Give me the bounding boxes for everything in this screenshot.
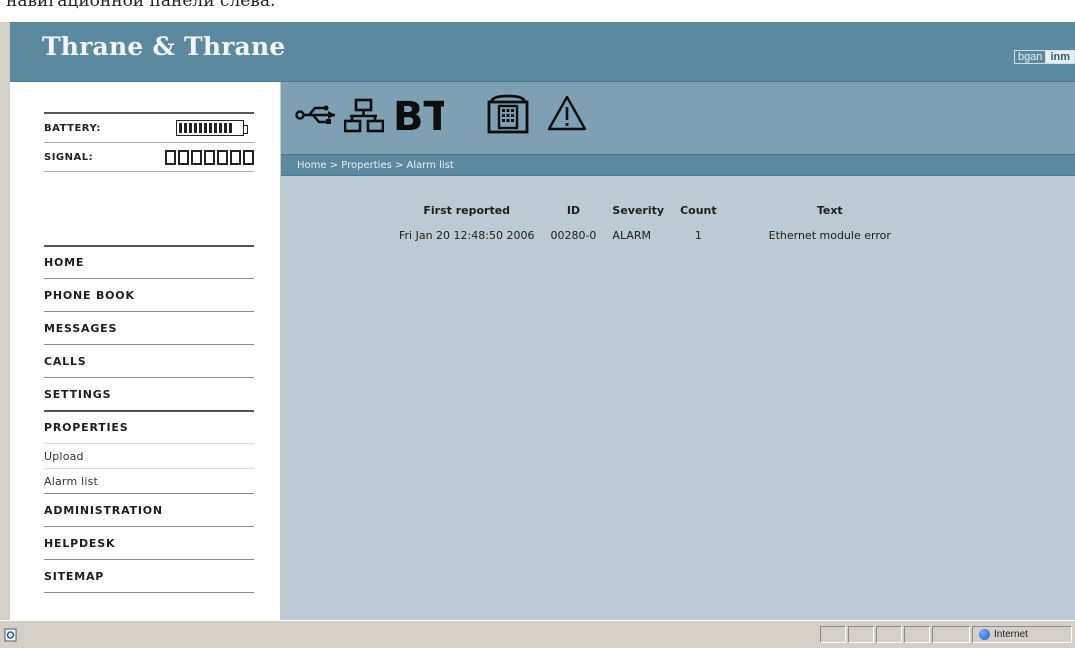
col-text: Text: [816, 204, 843, 217]
status-cell: [932, 626, 970, 643]
cell-id: 00280-0: [550, 229, 597, 242]
content-area: First reported ID Severity Count Text Fr…: [281, 176, 1075, 620]
status-panel: BATTERY: SIGNAL:: [44, 112, 254, 172]
main-nav: HOME PHONE BOOK MESSAGES CALLS SETTINGS …: [44, 245, 254, 593]
brand-logo: Thrane & Thrane: [42, 32, 286, 61]
col-first-reported: First reported: [423, 204, 511, 217]
browser-status-bar: Internet: [0, 620, 1075, 648]
nav-administration[interactable]: ADMINISTRATION: [44, 493, 254, 526]
signal-bar: [191, 149, 202, 165]
signal-row: SIGNAL:: [44, 142, 254, 172]
battery-label: BATTERY:: [44, 122, 101, 134]
battery-level: [179, 123, 232, 133]
bluetooth-icon[interactable]: BT: [392, 92, 451, 140]
zone-label: Internet: [994, 629, 1028, 640]
signal-bar: [217, 149, 228, 165]
table-row: Fri Jan 20 12:48:50 2006 00280-0 ALARM 1…: [391, 229, 899, 242]
device-status-icons: BT: [281, 82, 1075, 154]
nav-alarm-list[interactable]: Alarm list: [44, 468, 254, 493]
nav-divider: [44, 592, 254, 593]
nav-settings[interactable]: SETTINGS: [44, 377, 254, 410]
signal-bar: [178, 149, 189, 165]
signal-bar: [204, 149, 215, 165]
status-cell: [820, 626, 846, 643]
bgan-logo-left: bgan: [1013, 49, 1046, 64]
col-severity: Severity: [612, 204, 665, 217]
warning-icon[interactable]: [547, 94, 587, 136]
signal-bar: [243, 149, 254, 165]
cell-count: 1: [694, 229, 702, 242]
col-count: Count: [680, 204, 717, 217]
signal-strength-icon: [165, 149, 254, 165]
signal-label: SIGNAL:: [44, 151, 94, 163]
signal-bar: [230, 149, 241, 165]
nav-sitemap[interactable]: SITEMAP: [44, 559, 254, 592]
status-cell: [904, 626, 930, 643]
security-zone: Internet: [972, 626, 1072, 643]
bgan-logo: bgan inm: [1013, 48, 1075, 65]
signal-bar: [165, 149, 176, 165]
alarm-table: First reported ID Severity Count Text Fr…: [391, 204, 899, 242]
nav-properties[interactable]: PROPERTIES: [44, 410, 254, 443]
cell-date: Fri Jan 20 12:48:50 2006: [399, 229, 535, 242]
cell-severity: ALARM: [612, 229, 651, 242]
bgan-logo-right: inm: [1045, 49, 1075, 64]
cell-text: Ethernet module error: [768, 229, 891, 242]
network-icon[interactable]: [343, 98, 385, 138]
usb-icon[interactable]: [295, 98, 337, 136]
nav-home[interactable]: HOME: [44, 245, 254, 278]
breadcrumb: Home > Properties > Alarm list: [281, 154, 1075, 176]
bluetooth-text: BT: [393, 94, 444, 136]
header: Thrane & Thrane bgan inm: [10, 22, 1075, 82]
status-cell: [876, 626, 902, 643]
nav-calls[interactable]: CALLS: [44, 344, 254, 377]
nav-phone-book[interactable]: PHONE BOOK: [44, 278, 254, 311]
nav-helpdesk[interactable]: HELPDESK: [44, 526, 254, 559]
table-header-row: First reported ID Severity Count Text: [391, 204, 899, 229]
status-cell: [848, 626, 874, 643]
nav-messages[interactable]: MESSAGES: [44, 311, 254, 344]
battery-row: BATTERY:: [44, 112, 254, 142]
nav-upload[interactable]: Upload: [44, 443, 254, 468]
battery-icon: [176, 120, 248, 136]
page-caption: навигационной панели слева.: [6, 0, 276, 11]
globe-icon: [979, 629, 990, 640]
sidebar: BATTERY: SIGNAL: HOME PHONE BOOK MESSAGE…: [10, 82, 281, 620]
ie-page-icon: [4, 627, 18, 642]
phone-icon[interactable]: [487, 94, 529, 138]
col-id: ID: [566, 204, 581, 217]
